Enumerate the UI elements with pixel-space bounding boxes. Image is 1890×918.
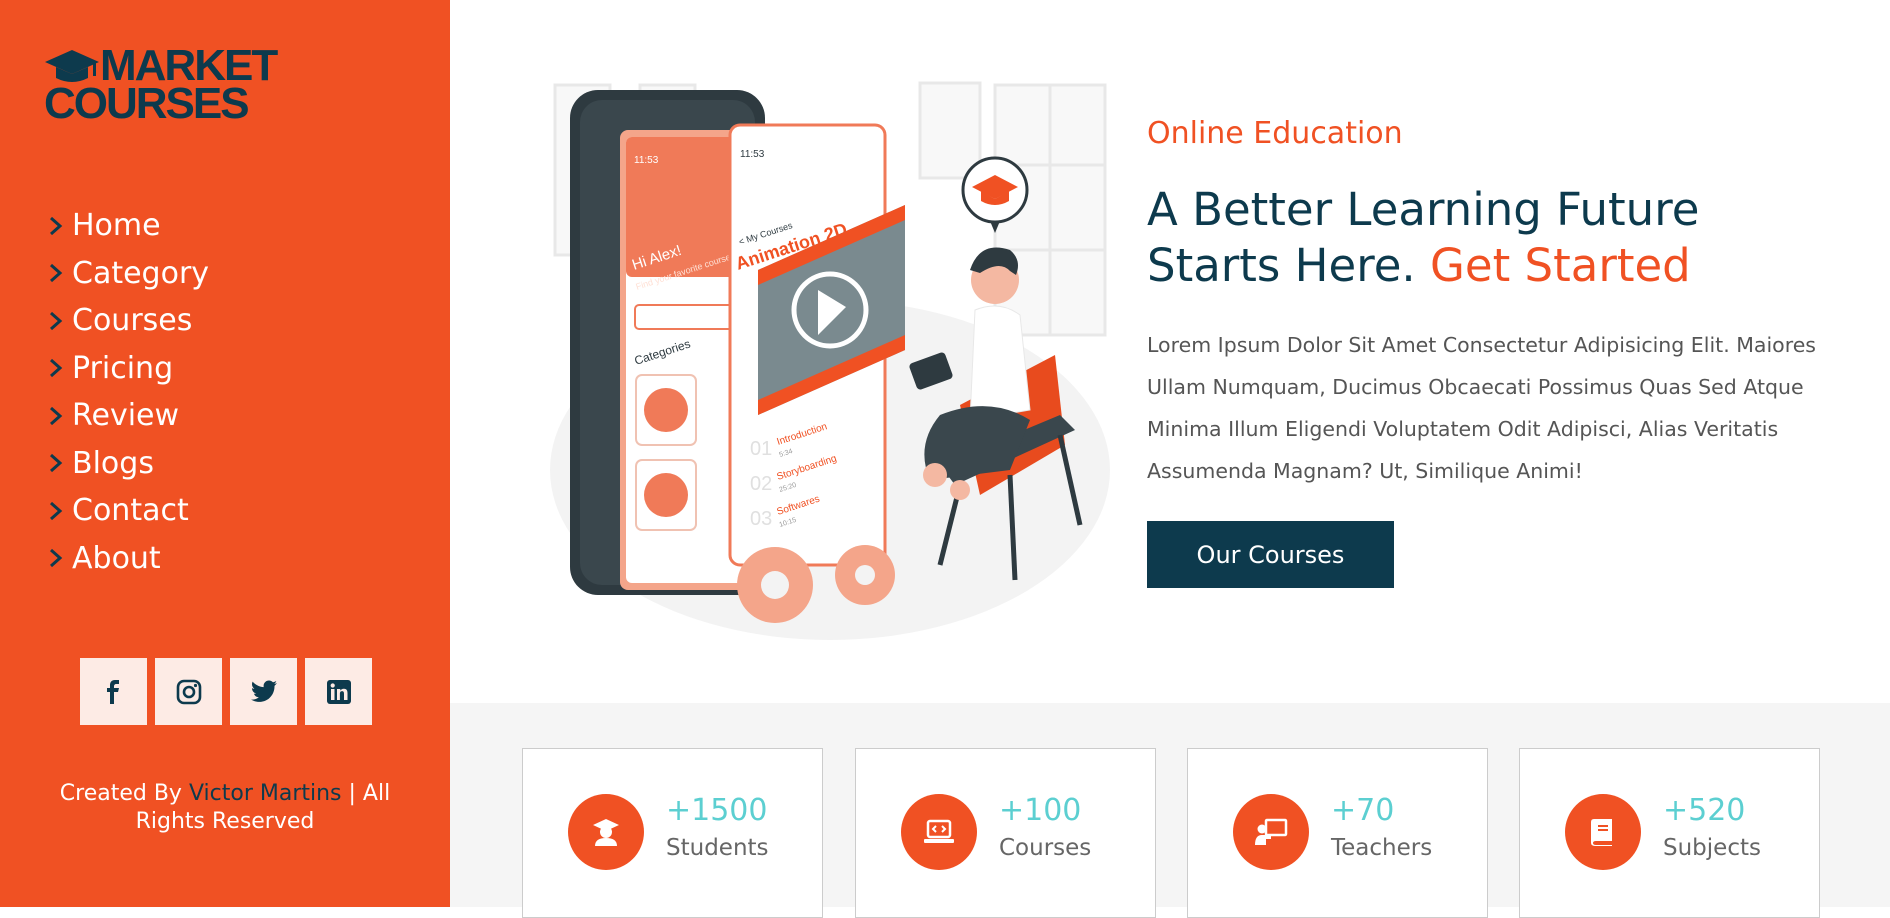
sidebar: MARKET COURSES Home Category Courses Pri…	[0, 0, 450, 907]
nav-item-courses[interactable]: Courses	[44, 297, 209, 345]
phone1-time: 11:53	[634, 155, 659, 166]
nav-item-blogs[interactable]: Blogs	[44, 440, 209, 488]
stat-card-teachers: +70 Teachers	[1187, 748, 1488, 918]
nav-item-contact[interactable]: Contact	[44, 487, 209, 535]
linkedin-link[interactable]	[305, 658, 372, 725]
stat-card-students: +1500 Students	[522, 748, 823, 918]
hero-headline: A Better Learning Future Starts Here. Ge…	[1147, 182, 1847, 294]
chevron-right-icon	[50, 359, 63, 378]
chevron-right-icon	[50, 311, 63, 330]
nav-item-label: Pricing	[72, 350, 174, 386]
stat-label: Teachers	[1331, 835, 1433, 861]
instagram-icon	[176, 679, 201, 704]
laptop-code-icon	[924, 819, 954, 843]
social-links	[80, 658, 372, 725]
stat-value: +100	[999, 793, 1082, 828]
main-nav: Home Category Courses Pricing Review Blo…	[44, 202, 209, 582]
chevron-right-icon	[50, 501, 63, 520]
headline-accent: Get Started	[1430, 239, 1691, 292]
nav-item-about[interactable]: About	[44, 535, 209, 583]
twitter-link[interactable]	[230, 658, 297, 725]
hero-illustration: 11:53 Hi Alex! Find your favorite course…	[550, 81, 1110, 640]
phone2-time: 11:53	[740, 149, 765, 160]
stat-value: +1500	[666, 793, 768, 828]
lesson-num-2: 02	[750, 473, 772, 495]
lesson-num-3: 03	[750, 508, 772, 530]
nav-item-label: Blogs	[72, 445, 154, 481]
author-link[interactable]: Victor Martins	[189, 781, 342, 806]
hero-description: Lorem Ipsum Dolor Sit Amet Consectetur A…	[1147, 333, 1816, 483]
stat-label: Subjects	[1663, 835, 1761, 861]
credit-prefix: Created By	[59, 781, 189, 806]
stat-label: Courses	[999, 835, 1092, 861]
stat-icon-circle	[901, 794, 977, 870]
linkedin-icon	[326, 679, 351, 704]
stat-value: +70	[1331, 793, 1395, 828]
stat-label: Students	[666, 835, 769, 861]
nav-item-label: Category	[72, 255, 210, 291]
hero-eyebrow: Online Education	[1147, 116, 1403, 151]
stat-icon-circle	[1565, 794, 1641, 870]
our-courses-button[interactable]: Our Courses	[1147, 521, 1394, 588]
chevron-right-icon	[50, 406, 63, 425]
graduate-icon	[593, 819, 619, 846]
nav-item-label: Contact	[72, 493, 189, 529]
stat-value: +520	[1663, 793, 1746, 828]
footer-credit: Created By Victor Martins | All Rights R…	[40, 780, 410, 836]
nav-item-label: Courses	[72, 303, 193, 339]
nav-item-label: Review	[72, 398, 180, 434]
chevron-right-icon	[50, 264, 63, 283]
stat-icon-circle	[568, 794, 644, 870]
stat-card-courses: +100 Courses	[855, 748, 1156, 918]
nav-item-category[interactable]: Category	[44, 250, 209, 298]
brand-logo[interactable]: MARKET COURSES	[44, 42, 278, 126]
stat-icon-circle	[1233, 794, 1309, 870]
instagram-link[interactable]	[155, 658, 222, 725]
facebook-icon	[106, 679, 119, 704]
nav-item-label: Home	[72, 208, 161, 244]
nav-item-review[interactable]: Review	[44, 392, 209, 440]
brand-line2: COURSES	[44, 79, 250, 128]
facebook-link[interactable]	[80, 658, 147, 725]
chalkboard-teacher-icon	[1255, 818, 1288, 845]
chevron-right-icon	[50, 454, 63, 473]
nav-item-home[interactable]: Home	[44, 202, 209, 250]
chevron-right-icon	[50, 216, 63, 235]
stat-card-subjects: +520 Subjects	[1519, 748, 1820, 918]
nav-item-pricing[interactable]: Pricing	[44, 345, 209, 393]
book-icon	[1591, 819, 1612, 846]
lesson-num-1: 01	[750, 438, 772, 460]
chevron-right-icon	[50, 549, 63, 568]
nav-item-label: About	[72, 540, 161, 576]
twitter-icon	[250, 680, 277, 702]
